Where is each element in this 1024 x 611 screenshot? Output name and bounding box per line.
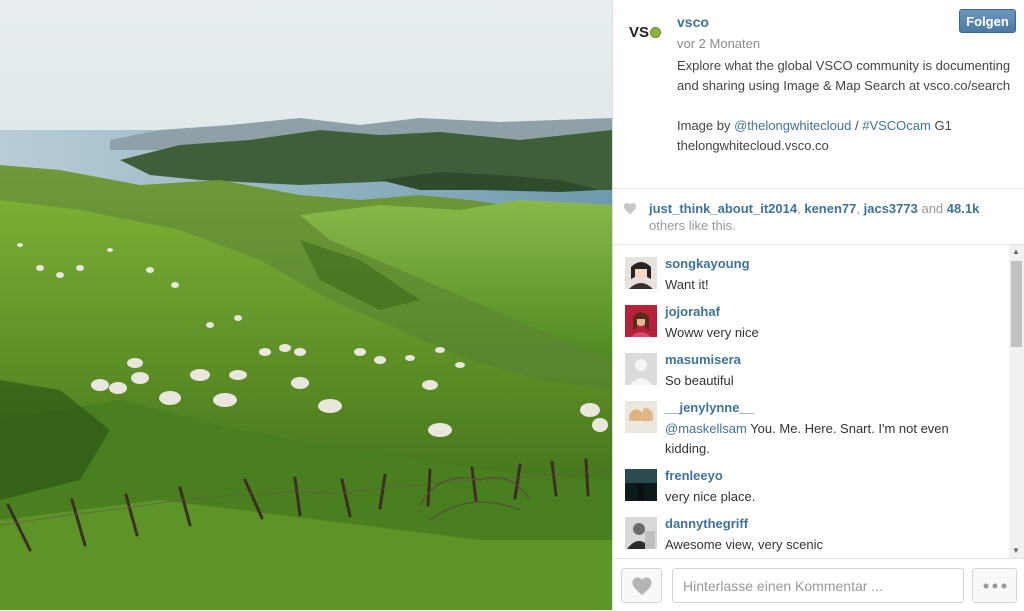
caption-prefix: Image by (677, 118, 735, 133)
likes-summary: just_think_about_it2014, kenen77, jacs37… (613, 189, 1024, 245)
comment-username[interactable]: songkayoung (665, 256, 750, 271)
likes-and: and (917, 201, 947, 216)
heart-icon (631, 577, 652, 595)
comment-text: Want it! (665, 277, 709, 292)
comment-text: So beautiful (665, 373, 734, 388)
comments-scrollbar[interactable]: ▲ ▼ (1009, 245, 1024, 558)
more-dots-icon (983, 583, 1006, 588)
scroll-down-icon[interactable]: ▼ (1012, 546, 1020, 555)
vsco-logo-text: VS (628, 23, 649, 41)
post-photo[interactable] (0, 0, 612, 610)
more-options-button[interactable] (972, 568, 1017, 603)
caption-text: Explore what the global VSCO community i… (677, 58, 1011, 93)
caption-mention-link[interactable]: @thelongwhitecloud (734, 118, 851, 133)
comment-input[interactable] (672, 568, 964, 603)
comment-username[interactable]: masumisera (665, 352, 741, 367)
avatar[interactable] (625, 517, 657, 549)
caption-credit: Image by @thelongwhitecloud / #VSCOcam G… (677, 116, 1017, 136)
liker-link[interactable]: kenen77 (804, 201, 856, 216)
avatar[interactable] (625, 257, 657, 289)
comments-list: songkayoung Want it! jojorahaf Woww very… (613, 245, 1009, 558)
scroll-up-icon[interactable]: ▲ (1012, 247, 1020, 256)
comment-text: @maskellsam You. Me. Here. Snart. I'm no… (665, 419, 995, 459)
user-avatar-icon (625, 257, 657, 289)
post-header: VS vsco vor 2 Monaten Folgen Explore wha… (613, 0, 1024, 189)
user-avatar-icon (625, 469, 657, 501)
heart-icon (623, 203, 637, 215)
likes-separator: , (856, 201, 864, 216)
caption-website: thelongwhitecloud.vsco.co (677, 138, 829, 153)
comment-text: Awesome view, very scenic (665, 537, 823, 552)
caption-hashtag-link[interactable]: #VSCOcam (862, 118, 931, 133)
liker-link[interactable]: jacs3773 (864, 201, 918, 216)
follow-button[interactable]: Folgen (959, 9, 1016, 33)
comment-text: Woww very nice (665, 325, 759, 340)
landscape-image (0, 0, 612, 610)
like-button[interactable] (621, 568, 662, 603)
default-avatar-icon (625, 353, 657, 385)
liker-link[interactable]: just_think_about_it2014 (649, 201, 797, 216)
comment-username[interactable]: dannythegriff (665, 516, 748, 531)
comment-text: very nice place. (665, 489, 756, 504)
comment-bar (613, 558, 1024, 611)
owner-username[interactable]: vsco (677, 14, 709, 30)
post-caption: Explore what the global VSCO community i… (677, 56, 1017, 156)
likes-text: just_think_about_it2014, kenen77, jacs37… (649, 200, 1009, 234)
avatar[interactable] (625, 353, 657, 385)
avatar[interactable] (625, 401, 657, 433)
post-timestamp[interactable]: vor 2 Monaten (677, 36, 760, 51)
likes-count-link[interactable]: 48.1k (947, 201, 980, 216)
user-avatar-icon (625, 401, 657, 433)
avatar[interactable] (625, 469, 657, 501)
vsco-logo-icon (650, 26, 661, 38)
comment-mention-link[interactable]: @maskellsam (665, 421, 747, 436)
avatar[interactable] (625, 305, 657, 337)
comment-username[interactable]: __jenylynne__ (665, 400, 754, 415)
post-sidebar: VS vsco vor 2 Monaten Folgen Explore wha… (612, 0, 1024, 611)
user-avatar-icon (625, 305, 657, 337)
comment-username[interactable]: frenleeyo (665, 468, 723, 483)
caption-separator: / (851, 118, 863, 133)
comment-username[interactable]: jojorahaf (665, 304, 720, 319)
owner-avatar[interactable]: VS (625, 12, 665, 52)
scrollbar-thumb[interactable] (1011, 261, 1022, 347)
caption-suffix: G1 (930, 118, 952, 133)
user-avatar-icon (625, 517, 657, 549)
likes-suffix: others like this. (649, 218, 736, 233)
